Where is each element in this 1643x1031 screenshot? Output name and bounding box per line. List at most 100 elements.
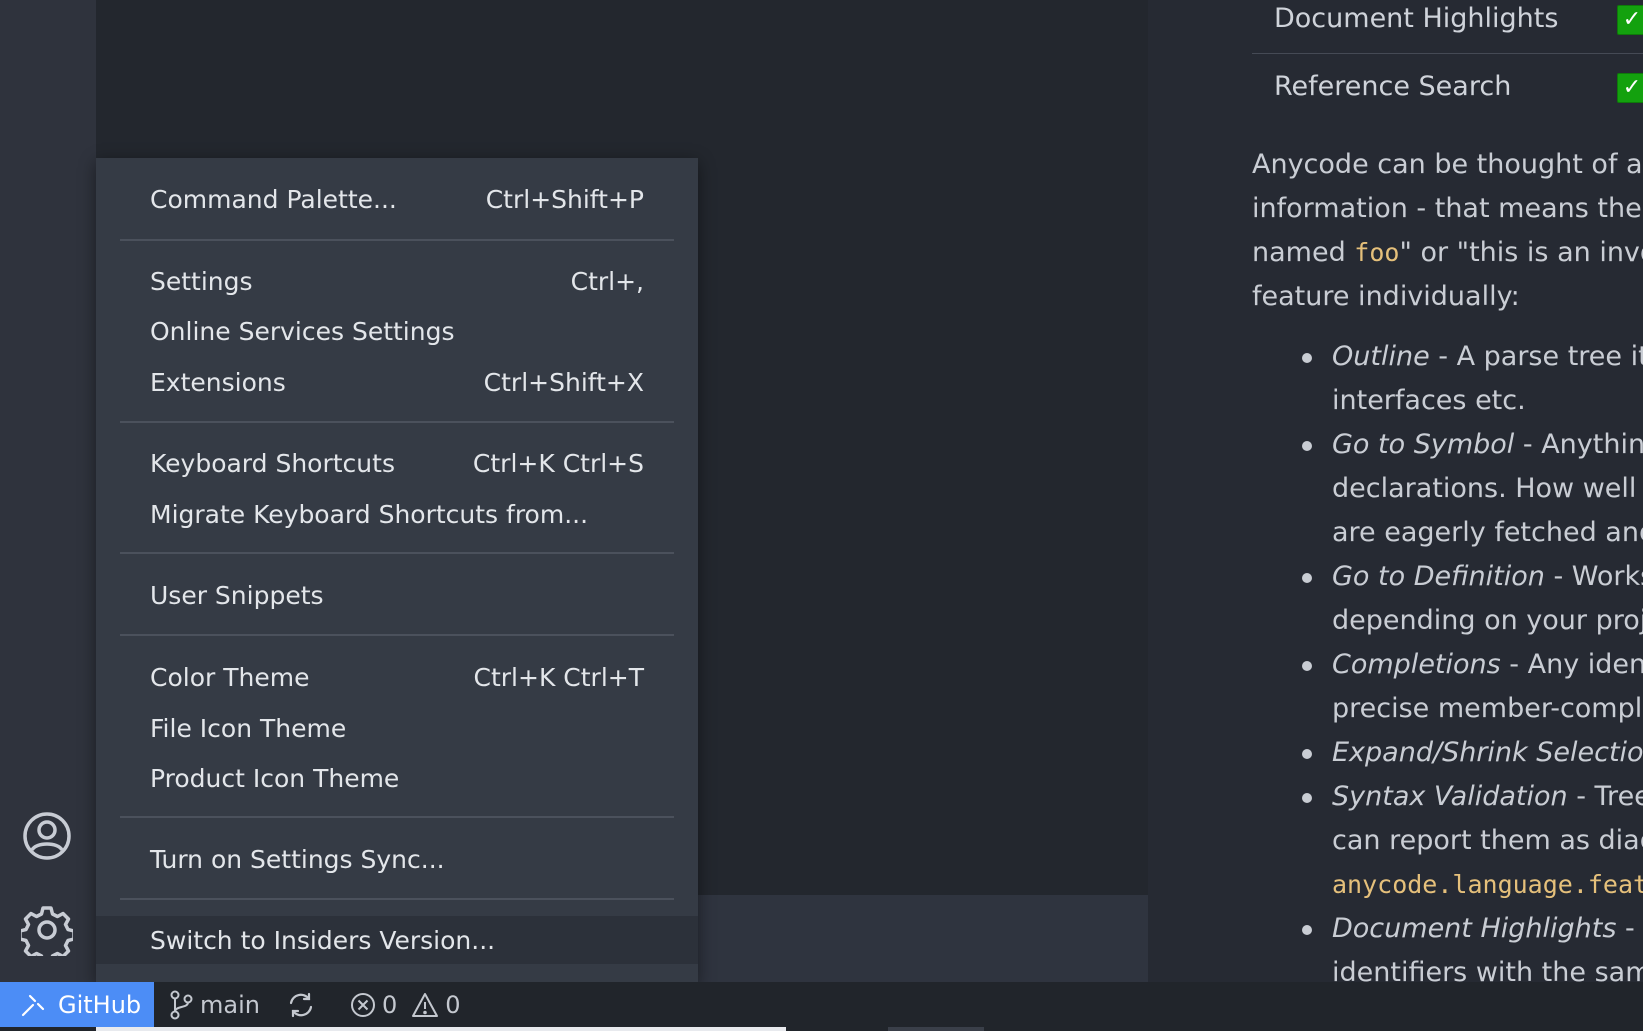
git-branch-icon — [170, 990, 193, 1019]
menu-item-file-icon-theme[interactable]: File Icon Theme — [96, 704, 698, 752]
setting-label: Reference Search — [1274, 71, 1512, 102]
remote-label: GitHub — [58, 990, 142, 1019]
menu-item-user-snippets[interactable]: User Snippets — [96, 571, 698, 619]
menu-item-shortcut: Ctrl+Shift+P — [485, 184, 644, 214]
menu-separator — [120, 634, 674, 636]
feature-text: - A parse tree itse — [1438, 341, 1643, 372]
inline-code: anycode.language.feat — [1332, 870, 1643, 899]
menu-item-label: Turn on Settings Sync... — [150, 844, 445, 874]
feature-text: - Works j — [1553, 561, 1643, 592]
setting-label: Document Highlights — [1274, 3, 1559, 34]
branch-name: main — [200, 990, 260, 1019]
feature-term: Completions — [1332, 649, 1501, 680]
menu-item-label: Switch to Insiders Version... — [150, 925, 496, 955]
desc-text: named — [1252, 237, 1355, 268]
menu-item-switch-to-insiders[interactable]: Switch to Insiders Version... — [96, 916, 698, 964]
feature-term: Outline — [1332, 341, 1430, 372]
error-icon — [351, 992, 375, 1017]
menu-item-shortcut: Ctrl+Shift+X — [483, 367, 644, 397]
menu-item-online-services-settings[interactable]: Online Services Settings — [96, 307, 698, 355]
checkmark-icon[interactable]: ✓ — [1617, 5, 1643, 35]
menu-separator — [120, 239, 674, 241]
feature-cont: depending on your proje — [1332, 605, 1643, 636]
list-item: Document Highlights - Fo identifiers with… — [1252, 907, 1643, 982]
menu-item-command-palette[interactable]: Command Palette... Ctrl+Shift+P — [96, 175, 698, 223]
menu-item-extensions[interactable]: Extensions Ctrl+Shift+X — [96, 358, 698, 406]
menu-item-shortcut: Ctrl+K Ctrl+T — [473, 662, 644, 692]
menu-separator — [120, 552, 674, 554]
feature-term: Go to Definition — [1332, 561, 1545, 592]
inline-code: foo — [1354, 238, 1400, 267]
desc-line: feature individually: — [1252, 281, 1520, 312]
setting-row-document-highlights: Document Highlights ✓ — [1252, 0, 1643, 66]
problems-indicator[interactable]: 0 0 — [350, 982, 461, 1027]
feature-term: Go to Symbol — [1332, 429, 1515, 460]
menu-item-color-theme[interactable]: Color Theme Ctrl+K Ctrl+T — [96, 653, 698, 701]
feature-cont: precise member-complet — [1332, 693, 1643, 724]
list-item: Go to Symbol - Anything t declarations. H… — [1252, 423, 1643, 555]
desc-line: Anycode can be thought of as b — [1252, 149, 1643, 180]
feature-text: - Anything t — [1522, 429, 1643, 460]
status-bar: GitHub main 0 0 — [0, 982, 1643, 1031]
feature-text: - Fo — [1625, 913, 1643, 944]
list-item: Completions - Any identif precise member-… — [1252, 643, 1643, 731]
menu-item-settings[interactable]: Settings Ctrl+, — [96, 257, 698, 305]
menu-item-label: Settings — [150, 266, 253, 296]
sync-icon — [289, 992, 313, 1017]
desc-text: " or "this is an invoca — [1399, 237, 1643, 268]
menu-item-migrate-keyboard-shortcuts[interactable]: Migrate Keyboard Shortcuts from... — [96, 490, 698, 538]
menu-item-label: Color Theme — [150, 662, 310, 692]
warning-icon — [412, 992, 439, 1017]
menu-item-keyboard-shortcuts[interactable]: Keyboard Shortcuts Ctrl+K Ctrl+S — [96, 439, 698, 487]
description-paragraph: Anycode can be thought of as b informati… — [1252, 143, 1643, 319]
menu-item-label: Extensions — [150, 367, 286, 397]
feature-cont: declarations. How well th — [1332, 473, 1643, 504]
scroll-indicator — [888, 1027, 984, 1031]
setting-row-reference-search: Reference Search ✓ — [1252, 68, 1643, 134]
checkmark-icon[interactable]: ✓ — [1617, 73, 1643, 103]
menu-item-shortcut: Ctrl+K Ctrl+S — [472, 448, 644, 478]
menu-item-shortcut: Ctrl+, — [570, 266, 644, 296]
feature-list: Outline - A parse tree itse interfaces et… — [1252, 335, 1643, 982]
feature-cont: interfaces etc. — [1332, 385, 1526, 416]
feature-text: - Any identif — [1509, 649, 1643, 680]
sync-button[interactable] — [286, 982, 316, 1027]
list-item: Expand/Shrink Selection - — [1252, 731, 1643, 775]
feature-cont: are eagerly fetched and a — [1332, 517, 1643, 548]
menu-item-turn-on-settings-sync[interactable]: Turn on Settings Sync... — [96, 835, 698, 883]
menu-separator — [120, 898, 674, 900]
list-item: Syntax Validation - Tree-s can report the… — [1252, 775, 1643, 907]
menu-separator — [120, 421, 674, 423]
scroll-indicator — [96, 1027, 786, 1031]
feature-text: - Tree-s — [1576, 781, 1643, 812]
feature-cont: can report them as diagn — [1332, 825, 1643, 856]
menu-item-label: Online Services Settings — [150, 316, 455, 346]
remote-indicator[interactable]: GitHub — [0, 982, 154, 1027]
list-item: Outline - A parse tree itse interfaces et… — [1252, 335, 1643, 423]
warning-count: 0 — [445, 990, 461, 1019]
menu-item-product-icon-theme[interactable]: Product Icon Theme — [96, 754, 698, 802]
preview-panel: Document Highlights ✓ Reference Search ✓… — [1148, 0, 1643, 982]
menu-item-label: Keyboard Shortcuts — [150, 448, 395, 478]
gear-icon[interactable] — [21, 904, 73, 956]
error-count: 0 — [382, 990, 398, 1019]
account-icon[interactable] — [21, 810, 73, 862]
manage-menu: Command Palette... Ctrl+Shift+P Settings… — [96, 158, 698, 983]
menu-separator — [120, 816, 674, 818]
menu-item-label: Command Palette... — [150, 184, 397, 214]
remote-icon — [21, 994, 45, 1016]
feature-term: Document Highlights — [1332, 913, 1617, 944]
row-divider — [1252, 53, 1643, 54]
branch-indicator[interactable]: main — [168, 982, 260, 1027]
feature-term: Syntax Validation — [1332, 781, 1568, 812]
menu-item-label: Product Icon Theme — [150, 763, 400, 793]
feature-cont: identifiers with the same — [1332, 957, 1643, 982]
feature-term: Expand/Shrink Selection — [1332, 737, 1643, 768]
desc-line: named foo" or "this is an invoca — [1252, 231, 1643, 275]
activity-bar — [0, 0, 96, 982]
desc-line: information - that means there i — [1252, 193, 1643, 224]
menu-item-label: Migrate Keyboard Shortcuts from... — [150, 499, 589, 529]
menu-item-label: User Snippets — [150, 580, 324, 610]
menu-item-label: File Icon Theme — [150, 713, 347, 743]
list-item: Go to Definition - Works j depending on y… — [1252, 555, 1643, 643]
